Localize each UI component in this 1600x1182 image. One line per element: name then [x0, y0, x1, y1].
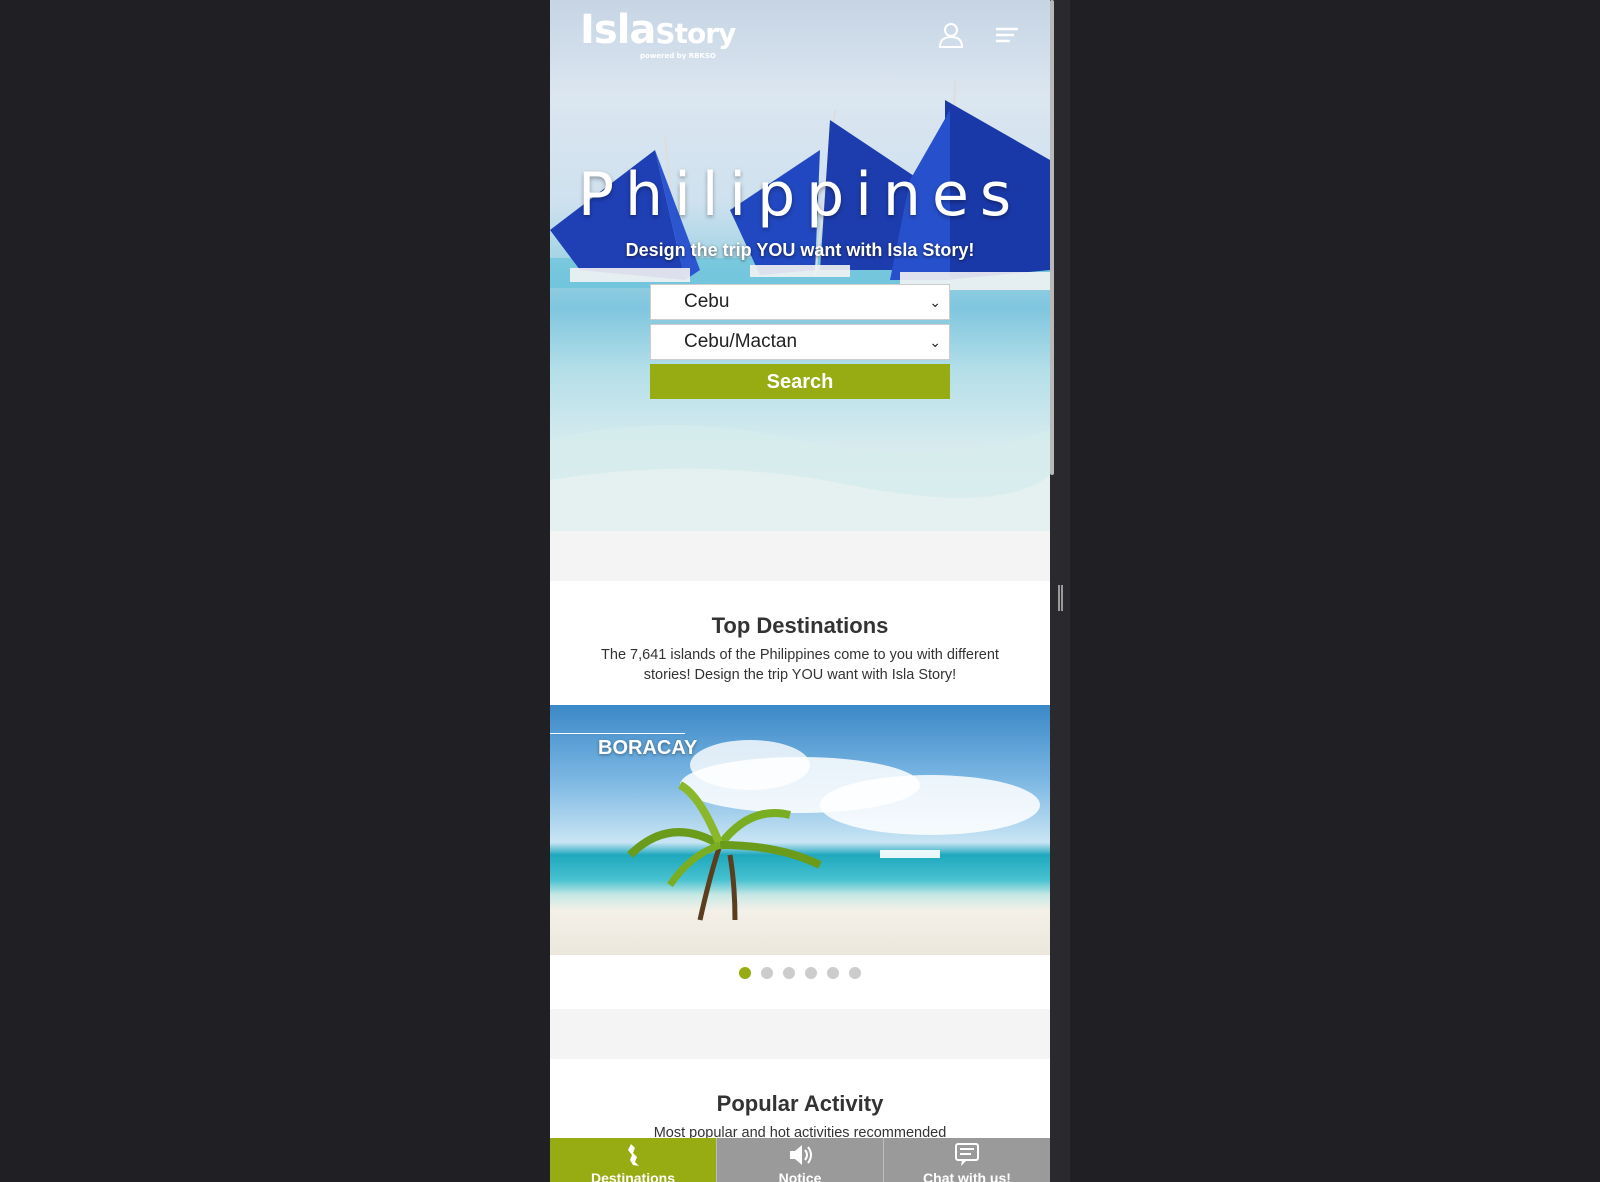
slide-label-underline — [550, 733, 685, 734]
hero-title: Philippines — [577, 160, 1023, 230]
nav-chat[interactable]: Chat with us! — [883, 1138, 1050, 1182]
scrollbar-thumb[interactable] — [1050, 0, 1054, 475]
hero-subtitle: Design the trip YOU want with Isla Story… — [625, 240, 975, 260]
top-destinations-title: Top Destinations — [711, 613, 889, 638]
search-button[interactable]: Search — [650, 364, 950, 399]
slide-dot[interactable] — [739, 967, 751, 979]
section-spacer — [550, 531, 1050, 581]
popular-activity-title: Popular Activity — [716, 1091, 884, 1116]
slide-pagination — [550, 967, 1050, 979]
chevron-down-icon: ⌄ — [929, 334, 941, 350]
user-account-icon[interactable] — [936, 20, 966, 50]
top-destinations-description: The 7,641 islands of the Philippines com… — [601, 647, 999, 683]
destination-slide[interactable]: BORACAY — [550, 705, 1050, 955]
slide-destination-label: BORACAY — [598, 737, 698, 759]
bottom-navigation: Destinations Notice Chat with us! — [550, 1138, 1050, 1182]
slide-dot[interactable] — [761, 967, 773, 979]
slide-dot[interactable] — [805, 967, 817, 979]
region-select[interactable]: Cebu ⌄ — [650, 284, 950, 320]
city-select[interactable]: Cebu/Mactan ⌄ — [650, 324, 950, 360]
isla-story-logo[interactable]: IslaStory powered by RBKSO — [580, 8, 736, 60]
chat-icon — [955, 1143, 979, 1166]
section-spacer — [550, 1009, 1050, 1059]
sailboats-illustration — [550, 79, 1050, 531]
nav-destinations[interactable]: Destinations — [550, 1138, 716, 1182]
slide-dot[interactable] — [827, 967, 839, 979]
slide-dot[interactable] — [849, 967, 861, 979]
hero-banner: IslaStory powered by RBKSO Philippines D… — [550, 0, 1050, 531]
hamburger-menu-icon[interactable] — [992, 20, 1022, 50]
nav-notice[interactable]: Notice — [716, 1138, 883, 1182]
slide-dot[interactable] — [783, 967, 795, 979]
chevron-down-icon: ⌄ — [929, 294, 941, 310]
philippines-map-icon — [628, 1144, 639, 1166]
mobile-viewport: IslaStory powered by RBKSO Philippines D… — [550, 0, 1050, 1182]
resize-handle[interactable] — [1058, 585, 1063, 611]
speaker-icon — [790, 1145, 812, 1165]
